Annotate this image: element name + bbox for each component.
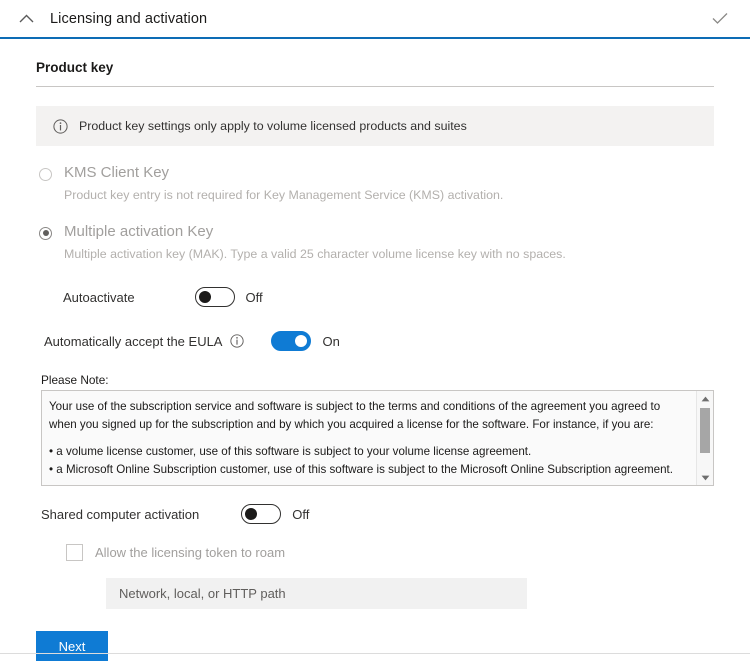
- shared-activation-state: Off: [292, 506, 310, 522]
- confirm-button[interactable]: [708, 7, 732, 31]
- panel-header: Licensing and activation: [0, 0, 750, 37]
- info-icon: [53, 118, 68, 134]
- header-accent-rule: [0, 37, 750, 39]
- note-label: Please Note:: [41, 373, 109, 388]
- eula-note-text: Your use of the subscription service and…: [42, 391, 696, 485]
- scroll-down-arrow-icon: [701, 475, 709, 481]
- radio-mak-label: Multiple activation Key: [64, 222, 214, 240]
- autoactivate-row: Autoactivate Off: [63, 287, 750, 308]
- roam-token-label: Allow the licensing token to roam: [95, 545, 286, 561]
- radio-mak-description: Multiple activation key (MAK). Type a va…: [64, 246, 566, 261]
- eula-toggle[interactable]: [271, 331, 312, 352]
- shared-activation-toggle-knob: [245, 508, 258, 521]
- scroll-up-arrow-icon: [701, 396, 709, 402]
- section-divider: [36, 86, 714, 87]
- section-title-product-key: Product key: [36, 60, 114, 75]
- next-button[interactable]: Next: [36, 631, 108, 661]
- product-key-type-radiogroup: KMS Client Key Product key entry is not …: [39, 163, 750, 263]
- radio-option-kms[interactable]: KMS Client Key Product key entry is not …: [39, 163, 750, 205]
- autoactivate-state: Off: [245, 289, 263, 305]
- autoactivate-toggle-knob: [198, 291, 211, 304]
- eula-toggle-knob: [295, 335, 308, 348]
- note-bullet-2: • a Microsoft Online Subscription custom…: [49, 463, 673, 477]
- scrollbar-up-button[interactable]: [697, 391, 713, 406]
- eula-state: On: [322, 333, 340, 349]
- eula-row: Automatically accept the EULA On: [44, 331, 750, 352]
- eula-note-section: Please Note: Your use of the subscriptio…: [41, 373, 714, 487]
- note-scrollbar[interactable]: [696, 391, 713, 486]
- radio-kms-indicator[interactable]: [39, 168, 52, 181]
- info-icon: [230, 334, 245, 348]
- token-path-placeholder: Network, local, or HTTP path: [119, 586, 286, 602]
- roam-token-checkbox[interactable]: [66, 544, 83, 562]
- note-paragraph-1: Your use of the subscription service and…: [49, 400, 661, 432]
- shared-activation-row: Shared computer activation Off: [41, 504, 750, 525]
- radio-kms-description: Product key entry is not required for Ke…: [64, 188, 504, 203]
- eula-label: Automatically accept the EULA: [44, 333, 223, 349]
- autoactivate-label: Autoactivate: [63, 289, 135, 305]
- page-title: Licensing and activation: [50, 10, 208, 27]
- checkmark-icon: [712, 13, 728, 24]
- shared-activation-toggle[interactable]: [241, 504, 282, 525]
- info-banner-text: Product key settings only apply to volum…: [79, 119, 467, 133]
- eula-info-button[interactable]: [230, 334, 245, 348]
- autoactivate-toggle[interactable]: [194, 287, 235, 308]
- eula-note-box[interactable]: Your use of the subscription service and…: [41, 390, 714, 487]
- token-path-input[interactable]: Network, local, or HTTP path: [106, 578, 527, 610]
- panel-content: Product key Product key settings only ap…: [0, 60, 750, 661]
- radio-option-mak[interactable]: Multiple activation Key Multiple activat…: [39, 222, 750, 264]
- scrollbar-down-button[interactable]: [697, 470, 713, 485]
- radio-kms-label: KMS Client Key: [64, 164, 170, 181]
- note-gap: [49, 434, 686, 443]
- note-bullet-1: • a volume license customer, use of this…: [49, 445, 532, 459]
- roam-token-row[interactable]: Allow the licensing token to roam: [66, 544, 750, 562]
- info-banner: Product key settings only apply to volum…: [36, 106, 714, 146]
- chevron-up-icon: [19, 14, 33, 23]
- scrollbar-thumb[interactable]: [700, 408, 710, 454]
- collapse-panel-button[interactable]: [14, 7, 38, 31]
- radio-mak-indicator[interactable]: [39, 226, 52, 240]
- shared-activation-label: Shared computer activation: [41, 506, 200, 522]
